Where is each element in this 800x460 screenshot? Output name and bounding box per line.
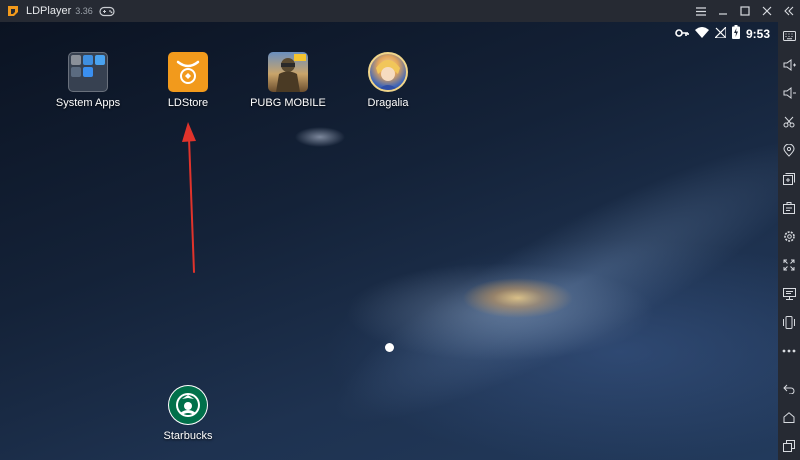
folder-icon [68, 52, 108, 92]
fullscreen-icon[interactable] [778, 251, 800, 280]
app-system-apps[interactable]: System Apps [43, 52, 133, 109]
dragalia-icon [368, 52, 408, 92]
add-apk-icon[interactable] [778, 165, 800, 194]
maximize-button[interactable] [734, 0, 756, 22]
location-icon[interactable] [778, 136, 800, 165]
more-icon[interactable] [778, 337, 800, 366]
scissors-icon[interactable] [778, 108, 800, 137]
app-pubg-mobile[interactable]: PUBG MOBILE [243, 52, 333, 109]
collapse-sidebar-icon[interactable] [778, 0, 800, 22]
wifi-icon [694, 25, 709, 43]
app-label: LDStore [167, 97, 209, 109]
app-ldstore[interactable]: LDStore [143, 52, 233, 109]
title-bar: LDPlayer 3.36 [0, 0, 800, 22]
close-button[interactable] [756, 0, 778, 22]
back-icon[interactable] [778, 374, 800, 403]
recent-apps-icon[interactable] [778, 431, 800, 460]
app-label: System Apps [55, 97, 121, 109]
volume-up-icon[interactable] [778, 51, 800, 80]
app-label: Dragalia [367, 97, 409, 109]
ldstore-icon [168, 52, 208, 92]
settings-icon[interactable] [778, 222, 800, 251]
app-dragalia[interactable]: Dragalia [343, 52, 433, 109]
pubg-mobile-icon [268, 52, 308, 92]
volume-down-icon[interactable] [778, 79, 800, 108]
app-label: Starbucks [163, 430, 213, 442]
app-label: PUBG MOBILE [250, 97, 326, 109]
annotation-arrow-icon [182, 122, 196, 273]
multi-instance-icon[interactable] [778, 279, 800, 308]
android-home-screen[interactable]: 9:53 System Apps LDStore PUBG MOBILE Dra… [0, 22, 778, 460]
status-time: 9:53 [745, 27, 770, 41]
window-title: LDPlayer [26, 5, 72, 17]
no-signal-icon [713, 25, 727, 43]
wallpaper-galaxy [304, 97, 778, 460]
home-icon[interactable] [778, 403, 800, 432]
key-icon [675, 25, 689, 43]
minimize-button[interactable] [712, 0, 734, 22]
android-status-bar: 9:53 [675, 24, 770, 44]
app-starbucks[interactable]: Starbucks [143, 385, 233, 442]
screenshot-icon[interactable] [778, 194, 800, 223]
starbucks-icon [168, 385, 208, 425]
app-version: 3.36 [75, 6, 93, 16]
menu-icon[interactable] [690, 0, 712, 22]
ldplayer-logo-icon [5, 3, 21, 19]
shake-icon[interactable] [778, 308, 800, 337]
battery-charging-icon [731, 24, 740, 44]
emulator-toolbar [778, 22, 800, 460]
keyboard-mapping-icon[interactable] [778, 22, 800, 51]
gamepad-icon[interactable] [99, 6, 115, 17]
touch-cursor [385, 343, 394, 352]
